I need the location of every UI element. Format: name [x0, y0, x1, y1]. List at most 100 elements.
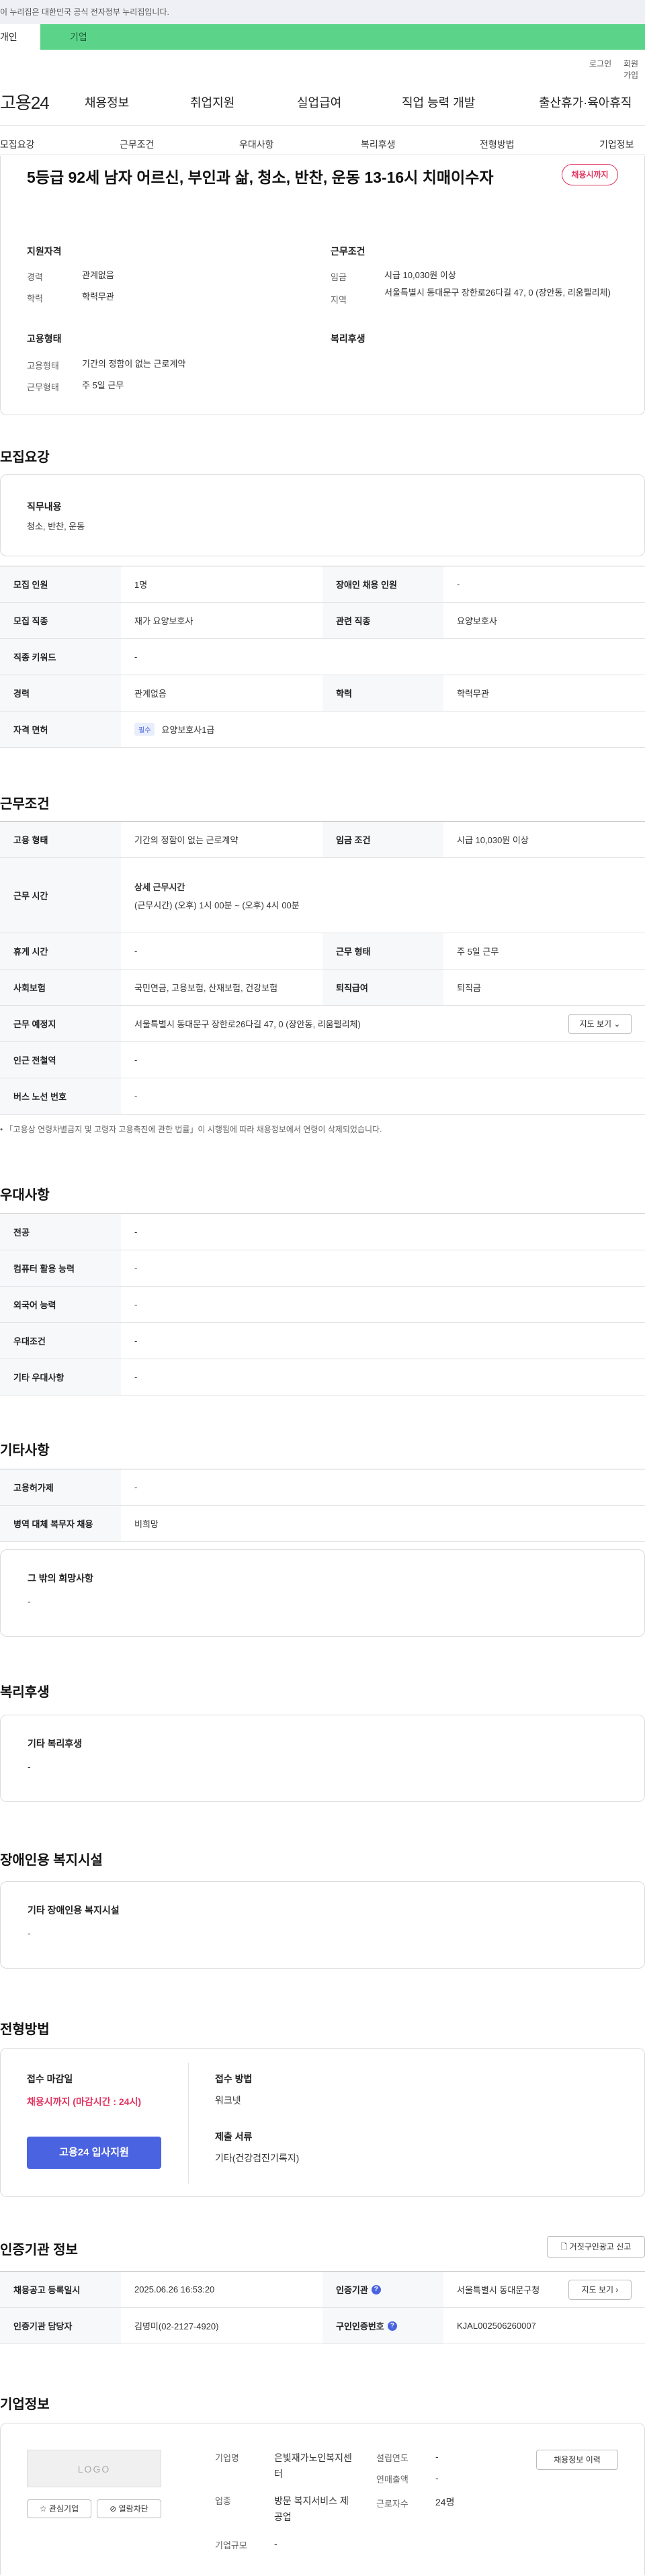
- anchor-recruit[interactable]: 모집요강: [0, 138, 35, 151]
- anchor-welfare[interactable]: 복리후생: [361, 138, 396, 151]
- company-section-title: 기업정보: [0, 2397, 50, 2412]
- block-button-label: 열람차단: [118, 2504, 148, 2514]
- company-name-label: 기업명: [215, 2453, 239, 2463]
- gnb-item-unemployment[interactable]: 실업급여: [297, 93, 341, 111]
- site-logo[interactable]: 고용24: [0, 89, 50, 114]
- history-button[interactable]: 채용정보 이력: [536, 2450, 618, 2470]
- row-label: 버스 노선 번호: [0, 1078, 121, 1114]
- table-row: 모집 직종 재가 요양보호사 관련 직종 요양보호사: [0, 603, 645, 639]
- method-value: 워크넷: [215, 2095, 241, 2106]
- block-button[interactable]: ⊘ 열람차단: [97, 2499, 161, 2518]
- sales-value: -: [435, 2473, 439, 2483]
- row-value: 재가 요양보호사: [134, 616, 194, 626]
- row-value: -: [134, 946, 138, 956]
- wage-value: 시급 10,030원 이상: [384, 270, 456, 280]
- row-value: 요양보호사: [457, 616, 497, 626]
- required-badge: 필수: [134, 723, 155, 736]
- age-notice: • 「고용상 연령차별금지 및 고령자 고용촉진에 관한 법률」이 시행됨에 따…: [0, 1125, 382, 1134]
- work-cond-title: 근무조건: [331, 246, 366, 257]
- help-icon[interactable]: ?: [371, 2284, 381, 2294]
- employees-value: 24명: [435, 2497, 455, 2507]
- join-link[interactable]: 회원가입: [624, 58, 645, 81]
- career-label: 경력: [27, 272, 43, 282]
- row-label: 사회보험: [0, 970, 121, 1005]
- founded-value: -: [435, 2451, 439, 2462]
- scale-value: -: [274, 2538, 277, 2549]
- tab-business[interactable]: 기업: [40, 24, 645, 50]
- summary-card: [0, 156, 645, 415]
- login-link[interactable]: 로그인: [589, 58, 611, 69]
- other-wish-box: 그 밖의 희망사항 -: [0, 1549, 645, 1637]
- anchor-selection[interactable]: 전형방법: [480, 138, 515, 151]
- interest-button-label: 관심기업: [48, 2504, 79, 2514]
- education-label: 학력: [27, 294, 43, 304]
- gnb-item-support[interactable]: 취업지원: [190, 93, 234, 111]
- row-label: 전공: [0, 1214, 121, 1250]
- map-button[interactable]: 지도 보기 ⌄: [568, 1014, 632, 1034]
- workform-label: 근무형태: [27, 382, 59, 392]
- tab-individual[interactable]: 개인: [0, 24, 40, 50]
- education-value: 학력무관: [82, 292, 114, 302]
- welfare-title: 복리후생: [331, 333, 366, 344]
- duty-box: [0, 474, 645, 556]
- row-value: 김명미(02-2127-4920): [134, 2321, 219, 2331]
- row-value: -: [134, 1299, 138, 1310]
- cert-table: 채용공고 등록일시 2025.06.26 16:53:20 인증기관? 서울특별…: [0, 2271, 645, 2344]
- age-notice-text: 「고용상 연령차별금지 및 고령자 고용촉진에 관한 법률」이 시행됨에 따라 …: [5, 1125, 382, 1134]
- table-row: 자격 면허 필수 요양보호사1급: [0, 712, 645, 748]
- row-label: 외국어 능력: [0, 1287, 121, 1322]
- table-row: 직종 키워드 -: [0, 639, 645, 675]
- disabled-label: 기타 장애인용 복지시설: [28, 1905, 120, 1916]
- agency-map-button-label: 지도 보기: [581, 2285, 614, 2294]
- disabled-section-title: 장애인용 복지시설: [0, 1853, 103, 1868]
- help-icon[interactable]: ?: [387, 2321, 397, 2331]
- table-row: 병역 대체 복무자 채용 비희망: [0, 1506, 645, 1542]
- row-label: 고용허가제: [0, 1469, 121, 1505]
- agency-map-button[interactable]: 지도 보기 ›: [568, 2280, 632, 2300]
- anchor-company[interactable]: 기업정보: [599, 138, 634, 151]
- gnb-item-training[interactable]: 직업 능력 개발: [402, 93, 475, 111]
- interest-button[interactable]: ☆ 관심기업: [27, 2499, 91, 2518]
- table-row: 근무 시간 상세 근무시간 (근무시간) (오후) 1시 00분 ~ (오후) …: [0, 858, 645, 933]
- row-label: 모집 직종: [0, 603, 121, 638]
- row-value: -: [134, 1091, 138, 1101]
- table-row: 경력 관계없음 학력 학력무관: [0, 675, 645, 712]
- row-label: 근무 형태: [322, 933, 443, 969]
- hours-cell: 상세 근무시간 (근무시간) (오후) 1시 00분 ~ (오후) 4시 00분: [121, 858, 645, 933]
- row-value: -: [457, 579, 460, 589]
- map-button-label: 지도 보기: [579, 1019, 612, 1029]
- gnb-item-jobs[interactable]: 채용정보: [85, 93, 129, 111]
- anchor-conditions[interactable]: 근무조건: [120, 138, 155, 151]
- row-label: 고용 형태: [0, 822, 121, 857]
- wage-label: 임금: [331, 272, 347, 282]
- row-label: 근무 예정지: [0, 1006, 121, 1041]
- row-label: 근무 시간: [0, 858, 121, 933]
- founded-label: 설립연도: [376, 2453, 408, 2463]
- table-row: 고용 형태 기간의 정함이 없는 근로계약 임금 조건 시급 10,030원 이…: [0, 822, 645, 858]
- cert-section-title: 인증기관 정보: [0, 2243, 78, 2258]
- gnb-item-leave[interactable]: 출산휴가·육아휴직: [539, 93, 632, 111]
- page-title: 5등급 92세 남자 어르신, 부인과 삶, 청소, 반찬, 운동 13-16시…: [27, 169, 494, 186]
- table-row: 고용허가제 -: [0, 1469, 645, 1506]
- welfare-value: -: [28, 1761, 31, 1772]
- etc-section-title: 기타사항: [0, 1443, 50, 1458]
- row-value: -: [134, 1336, 138, 1346]
- employ-label: 고용형태: [27, 361, 59, 371]
- row-label: 구인인증번호: [336, 2321, 384, 2331]
- block-icon: ⊘: [110, 2504, 117, 2514]
- table-row: 사회보험 국민연금, 고용보험, 산재보험, 건강보험 퇴직급여 퇴직금: [0, 970, 645, 1006]
- row-value: 2025.06.26 16:53:20: [134, 2284, 215, 2294]
- row-value: 관계없음: [134, 689, 167, 699]
- disabled-box: 기타 장애인용 복지시설 -: [0, 1881, 645, 1969]
- docs-label: 제출 서류: [215, 2131, 253, 2142]
- anchor-preference[interactable]: 우대사항: [239, 138, 274, 151]
- industry-label: 업종: [215, 2496, 231, 2506]
- report-button[interactable]: 🗋 거짓구인광고 신고: [547, 2236, 645, 2258]
- apply-button[interactable]: 고용24 입사지원: [27, 2137, 161, 2169]
- row-value: 시급 10,030원 이상: [457, 835, 529, 845]
- row-label: 임금 조건: [322, 822, 443, 857]
- row-value: -: [134, 652, 138, 662]
- gnb-divider: [0, 125, 645, 126]
- row-value: 비희망: [134, 1519, 159, 1529]
- row-value: 기간의 정함이 없는 근로계약: [134, 835, 239, 845]
